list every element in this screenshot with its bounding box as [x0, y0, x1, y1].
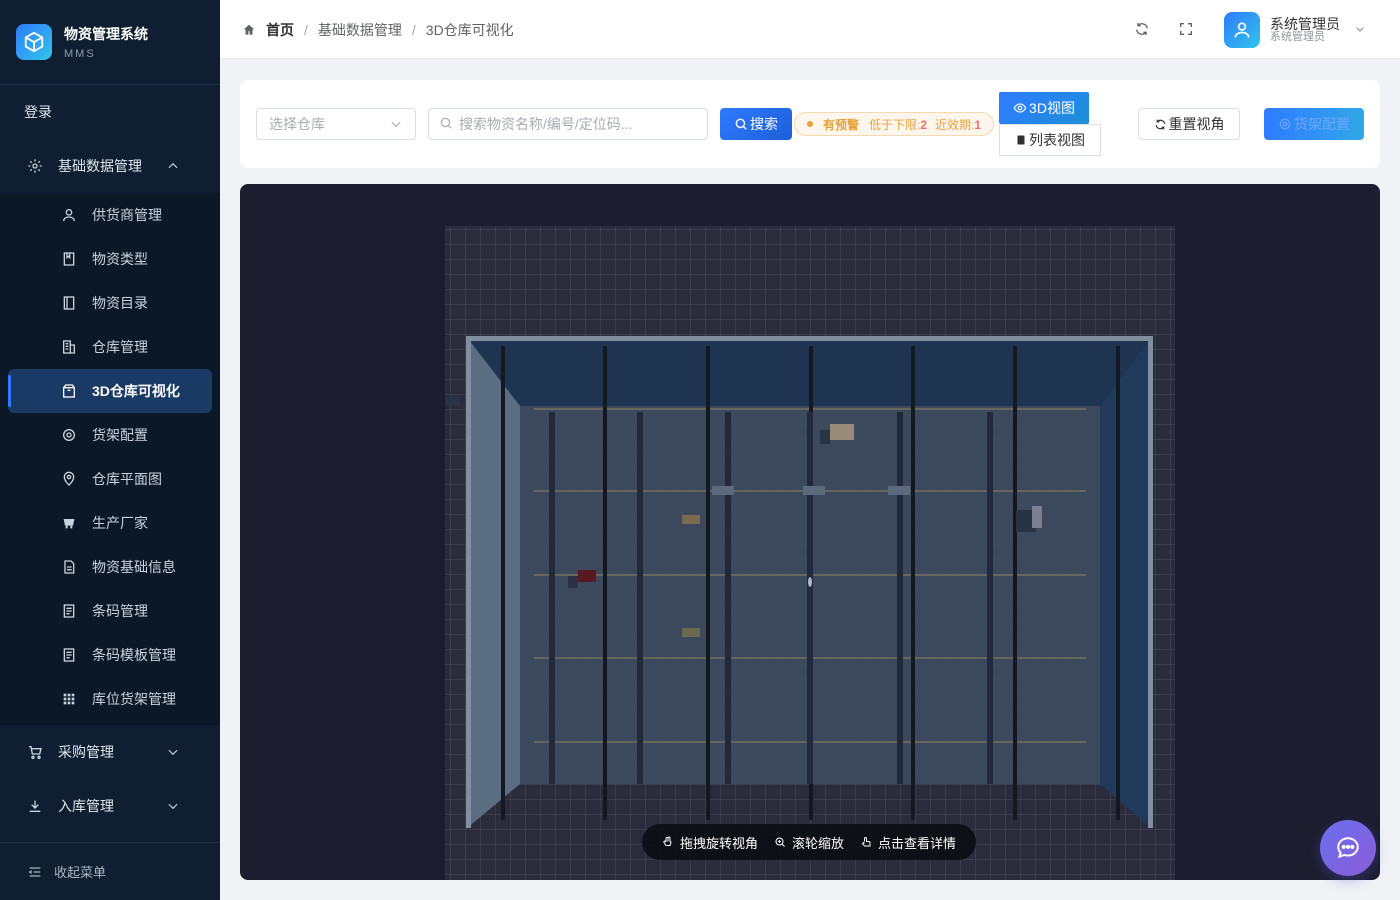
chat-icon — [1335, 835, 1361, 861]
search-icon — [439, 116, 453, 133]
hint-zoom: 滚轮缩放 — [774, 833, 844, 852]
refresh-icon — [1154, 118, 1167, 131]
breadcrumb-home[interactable]: 首页 — [266, 20, 294, 40]
list-icon — [1015, 134, 1027, 146]
warehouse-3d-scene — [445, 226, 1175, 880]
material-box — [578, 570, 596, 582]
avatar — [1224, 12, 1260, 48]
fullscreen-button[interactable] — [1176, 20, 1196, 40]
sidebar-item-barcode[interactable]: 条码管理 — [0, 589, 220, 633]
sidebar-item-warehouse[interactable]: 仓库管理 — [0, 325, 220, 369]
notebook-icon — [60, 294, 78, 312]
fullscreen-icon — [1178, 21, 1194, 40]
hint-click: 点击查看详情 — [860, 833, 956, 852]
sidebar: 物资管理系统 MMS 登录 基础数据管理 供货商管理 物资类型 物资目录 仓库管… — [0, 0, 220, 900]
sidebar-item-barcode-template[interactable]: 条码模板管理 — [0, 633, 220, 677]
location-icon — [60, 470, 78, 488]
top-frame — [466, 336, 1152, 341]
breadcrumb-level2: 3D仓库可视化 — [425, 22, 514, 38]
user-icon — [60, 206, 78, 224]
hand-icon — [662, 836, 674, 848]
breadcrumb-level1[interactable]: 基础数据管理 — [318, 20, 402, 40]
factory-icon — [60, 514, 78, 532]
material-box — [682, 515, 700, 524]
left-wall — [466, 336, 520, 829]
chevron-down-icon — [389, 117, 403, 134]
app-subtitle: MMS — [64, 48, 96, 60]
reset-view-button[interactable]: 重置视角 — [1138, 108, 1240, 140]
sidebar-item-3d-warehouse[interactable]: 3D仓库可视化 — [8, 369, 212, 413]
menu-login[interactable]: 登录 — [0, 85, 220, 139]
submenu-basic: 供货商管理 物资类型 物资目录 仓库管理 3D仓库可视化 货架配置 仓库平面图 — [0, 193, 220, 725]
user-role: 系统管理员 — [1270, 30, 1325, 43]
pointer-icon — [860, 836, 872, 848]
refresh-button[interactable] — [1132, 20, 1152, 40]
material-box — [803, 486, 825, 495]
eye-icon — [1013, 101, 1027, 115]
app-title: 物资管理系统 — [64, 26, 148, 42]
sidebar-item-material-info[interactable]: 物资基础信息 — [0, 545, 220, 589]
menu-group-basic-label: 基础数据管理 — [58, 158, 142, 174]
document-icon — [60, 558, 78, 576]
sidebar-item-material-type[interactable]: 物资类型 — [0, 237, 220, 281]
header: 首页 / 基础数据管理 / 3D仓库可视化 系统管理员 系统管理员 — [220, 0, 1400, 59]
book-icon — [60, 250, 78, 268]
grid-icon — [60, 690, 78, 708]
material-box — [712, 486, 734, 495]
warehouse-3d-canvas[interactable]: 拖拽旋转视角 滚轮缩放 点击查看详情 — [240, 184, 1380, 880]
tickets-icon — [60, 602, 78, 620]
view-3d-button[interactable]: 3D视图 — [999, 92, 1089, 124]
gear-icon — [60, 426, 78, 444]
canvas-hints: 拖拽旋转视角 滚轮缩放 点击查看详情 — [642, 824, 976, 860]
breadcrumb: 首页 / 基础数据管理 / 3D仓库可视化 — [240, 20, 514, 40]
warehouse-select-placeholder: 选择仓库 — [269, 116, 325, 132]
warning-badge[interactable]: 有预警 低于下限:2 近效期:1 — [794, 112, 995, 136]
gear-icon — [26, 157, 44, 175]
chat-button[interactable] — [1320, 820, 1376, 876]
user-name: 系统管理员 — [1270, 15, 1340, 32]
sidebar-item-material-catalog[interactable]: 物资目录 — [0, 281, 220, 325]
warehouse-select[interactable]: 选择仓库 — [256, 108, 416, 140]
shelf-config-button[interactable]: 货架配置 — [1264, 108, 1364, 140]
refresh-icon — [1134, 21, 1150, 40]
sidebar-item-manufacturer[interactable]: 生产厂家 — [0, 501, 220, 545]
search-input[interactable] — [459, 116, 699, 132]
gear-icon — [1278, 117, 1292, 131]
right-wall — [1100, 336, 1152, 829]
material-box — [888, 486, 910, 495]
sidebar-item-supplier[interactable]: 供货商管理 — [0, 193, 220, 237]
sidebar-item-location-shelf[interactable]: 库位货架管理 — [0, 677, 220, 721]
tickets-icon — [60, 646, 78, 664]
search-button[interactable]: 搜索 — [720, 108, 792, 140]
hint-rotate: 拖拽旋转视角 — [662, 833, 758, 852]
cart-icon — [26, 743, 44, 761]
chevron-down-icon — [166, 799, 180, 816]
collapse-menu-button[interactable]: 收起菜单 — [0, 842, 220, 900]
zoom-in-icon — [774, 836, 786, 848]
sidebar-item-floor-plan[interactable]: 仓库平面图 — [0, 457, 220, 501]
chevron-down-icon — [166, 745, 180, 762]
view-list-button[interactable]: 列表视图 — [999, 124, 1101, 156]
material-box — [682, 628, 700, 637]
warning-dot-icon — [807, 121, 813, 127]
chevron-up-icon — [166, 159, 180, 176]
fold-icon — [26, 863, 44, 881]
user-menu[interactable]: 系统管理员 系统管理员 — [1224, 12, 1366, 48]
building-icon — [60, 338, 78, 356]
home-icon — [240, 21, 258, 39]
search-icon — [734, 117, 748, 131]
box-icon — [60, 382, 78, 400]
toolbar-card: 选择仓库 搜索 有预警 低于下限:2 近效期:1 3D视图 列表视图 — [240, 80, 1380, 168]
chevron-down-icon — [1354, 22, 1366, 38]
menu-group-purchase[interactable]: 采购管理 — [0, 725, 220, 779]
search-box — [428, 108, 708, 140]
logo: 物资管理系统 MMS — [0, 0, 220, 85]
download-icon — [26, 797, 44, 815]
material-box — [830, 424, 854, 440]
sidebar-item-shelf-config[interactable]: 货架配置 — [0, 413, 220, 457]
menu-group-inbound[interactable]: 入库管理 — [0, 779, 220, 833]
menu-group-basic[interactable]: 基础数据管理 — [0, 139, 220, 193]
cube-icon — [16, 24, 52, 60]
